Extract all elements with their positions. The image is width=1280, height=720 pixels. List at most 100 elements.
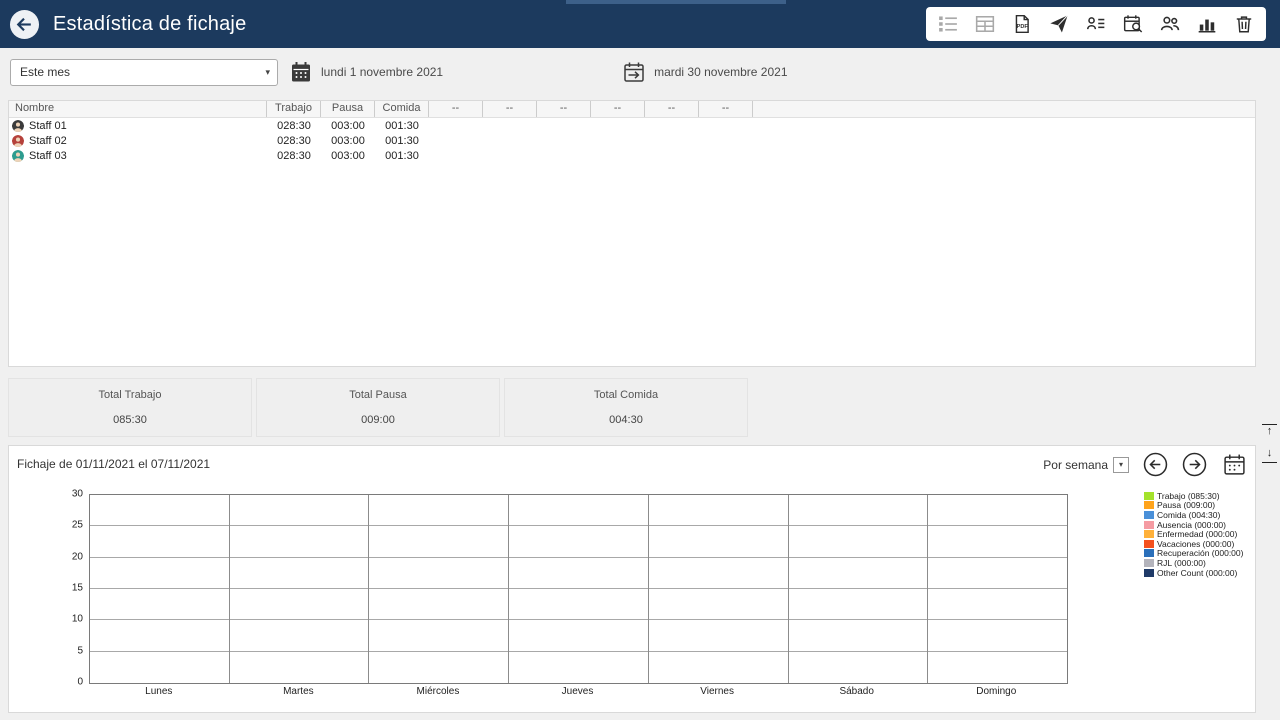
chart-icon[interactable] <box>1197 14 1217 34</box>
column-header: -- <box>699 101 753 117</box>
legend-swatch <box>1144 549 1154 557</box>
period-select-value: Este mes <box>20 65 70 79</box>
table-cell: 003:00 <box>321 150 375 162</box>
end-date-label: mardi 30 novembre 2021 <box>654 65 787 79</box>
calendar-icon <box>1223 453 1246 476</box>
table-row[interactable]: Staff 03028:30003:00001:30 <box>9 148 1255 163</box>
x-axis-category-label: Viernes <box>647 686 787 697</box>
staff-name-cell: Staff 03 <box>9 150 267 162</box>
chart-x-labels: LunesMartesMiércolesJuevesViernesSábadoD… <box>89 686 1066 697</box>
column-header: -- <box>483 101 537 117</box>
legend-item: Other Count (000:00) <box>1144 568 1243 578</box>
page-title: Estadística de fichaje <box>53 13 246 36</box>
legend-label: Recuperación (000:00) <box>1157 548 1243 558</box>
column-header: -- <box>645 101 699 117</box>
calendar-search-icon[interactable] <box>1123 14 1143 34</box>
top-accent-strip <box>566 0 786 4</box>
detail-list-icon[interactable] <box>938 14 958 34</box>
trash-icon[interactable] <box>1234 14 1254 34</box>
arrow-right-circle-icon <box>1182 452 1207 477</box>
total-label: Total Trabajo <box>9 389 251 401</box>
view-select-dropdown[interactable]: ▾ <box>1113 457 1129 473</box>
legend-swatch <box>1144 530 1154 538</box>
app-header: Estadística de fichaje PDF <box>0 0 1280 48</box>
chart-title: Fichaje de 01/11/2021 el 07/11/2021 <box>17 457 210 471</box>
legend-item: Enfermedad (000:00) <box>1144 529 1243 539</box>
column-header: -- <box>591 101 645 117</box>
users-icon[interactable] <box>1160 14 1180 34</box>
back-button[interactable] <box>9 9 40 40</box>
chart-day-column <box>509 495 649 683</box>
legend-item: Trabajo (085:30) <box>1144 491 1243 501</box>
legend-item: Comida (004:30) <box>1144 510 1243 520</box>
next-week-button[interactable] <box>1182 452 1207 477</box>
y-axis-tick-label: 15 <box>72 583 83 594</box>
y-axis-tick-label: 5 <box>77 645 83 656</box>
total-label: Total Comida <box>505 389 747 401</box>
legend-swatch <box>1144 540 1154 548</box>
staff-table: NombreTrabajoPausaComida------------ Sta… <box>8 100 1256 367</box>
svg-text:PDF: PDF <box>1017 24 1029 30</box>
total-label: Total Pausa <box>257 389 499 401</box>
legend-item: RJL (000:00) <box>1144 558 1243 568</box>
legend-label: Comida (004:30) <box>1157 510 1220 520</box>
column-header: Comida <box>375 101 429 117</box>
pdf-export-icon[interactable]: PDF <box>1012 14 1032 34</box>
end-date-group: mardi 30 novembre 2021 <box>623 61 787 83</box>
table-row[interactable]: Staff 01028:30003:00001:30 <box>9 118 1255 133</box>
table-body: Staff 01028:30003:00001:30Staff 02028:30… <box>9 118 1255 163</box>
back-arrow-icon <box>9 9 40 40</box>
legend-swatch <box>1144 569 1154 577</box>
y-axis-tick-label: 25 <box>72 520 83 531</box>
legend-item: Ausencia (000:00) <box>1144 520 1243 530</box>
x-axis-category-label: Jueves <box>508 686 648 697</box>
total-value: 004:30 <box>505 414 747 426</box>
column-header: Pausa <box>321 101 375 117</box>
period-select[interactable]: Este mes ▾ <box>10 59 278 86</box>
chart-panel: Fichaje de 01/11/2021 el 07/11/2021 Por … <box>8 445 1256 713</box>
chevron-down-icon: ▾ <box>265 67 270 78</box>
column-header: -- <box>537 101 591 117</box>
legend-item: Recuperación (000:00) <box>1144 549 1243 559</box>
staff-name-cell: Staff 02 <box>9 135 267 147</box>
x-axis-category-label: Miércoles <box>368 686 508 697</box>
prev-week-button[interactable] <box>1143 452 1168 477</box>
scroll-bottom-icon[interactable]: ↓ <box>1262 447 1277 463</box>
legend-label: Ausencia (000:00) <box>1157 520 1226 530</box>
app: Estadística de fichaje PDF Este mes ▾ lu… <box>0 0 1280 720</box>
x-axis-category-label: Sábado <box>787 686 927 697</box>
calendar-picker-button[interactable] <box>1223 453 1246 476</box>
total-card: Total Trabajo085:30 <box>8 378 252 437</box>
chart-controls: Por semana ▾ <box>1043 452 1246 477</box>
total-value: 009:00 <box>257 414 499 426</box>
contact-report-icon[interactable] <box>1086 14 1106 34</box>
legend-item: Pausa (009:00) <box>1144 501 1243 511</box>
column-header: -- <box>429 101 483 117</box>
y-axis-tick-label: 20 <box>72 551 83 562</box>
legend-item: Vacaciones (000:00) <box>1144 539 1243 549</box>
table-cell: 028:30 <box>267 120 321 132</box>
avatar <box>12 150 24 162</box>
filter-bar: Este mes ▾ lundi 1 novembre 2021 <box>0 48 1280 96</box>
legend-label: Other Count (000:00) <box>1157 568 1237 578</box>
table-cell: 028:30 <box>267 135 321 147</box>
send-icon[interactable] <box>1049 14 1069 34</box>
x-axis-category-label: Martes <box>229 686 369 697</box>
calendar-arrow-icon <box>623 61 645 83</box>
table-icon[interactable] <box>975 14 995 34</box>
column-header: Nombre <box>9 101 267 117</box>
column-header: Trabajo <box>267 101 321 117</box>
panel-scrollers: ↑ ↓ <box>1262 424 1277 463</box>
staff-name: Staff 03 <box>29 150 67 162</box>
table-row[interactable]: Staff 02028:30003:00001:30 <box>9 133 1255 148</box>
chart-day-column <box>90 495 230 683</box>
avatar <box>12 120 24 132</box>
legend-swatch <box>1144 521 1154 529</box>
view-select-value: Por semana <box>1043 458 1108 472</box>
toolbar: PDF <box>926 7 1266 41</box>
table-header: NombreTrabajoPausaComida------------ <box>9 101 1255 118</box>
staff-name-cell: Staff 01 <box>9 120 267 132</box>
scroll-top-icon[interactable]: ↑ <box>1262 424 1277 440</box>
y-axis-tick-label: 10 <box>72 614 83 625</box>
legend-swatch <box>1144 559 1154 567</box>
